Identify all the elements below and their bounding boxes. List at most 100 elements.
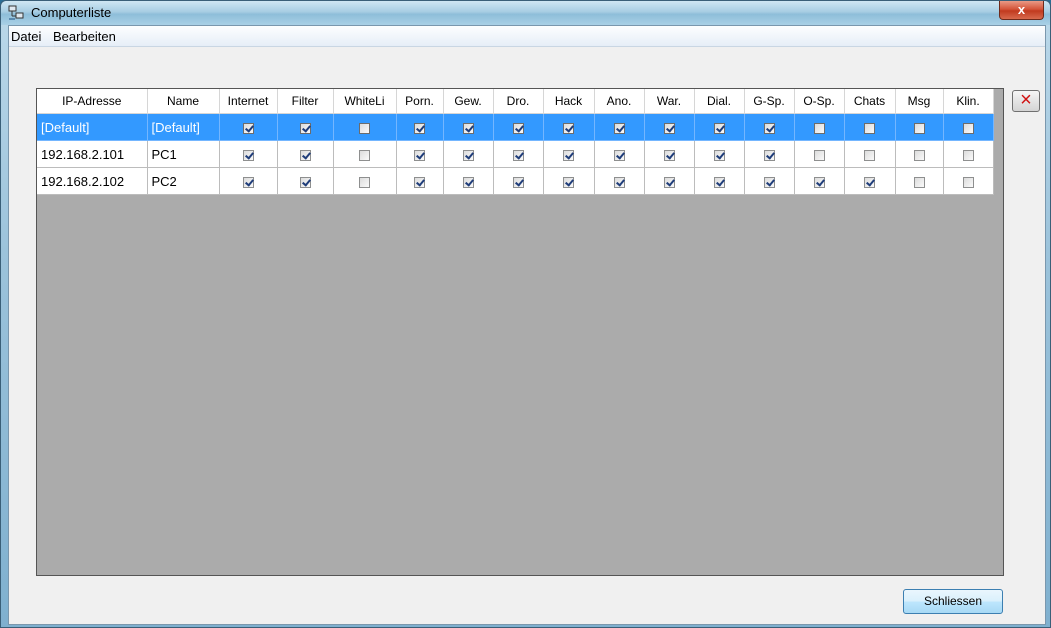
title-bar[interactable]: Computerliste x xyxy=(1,1,1050,25)
cell-flag xyxy=(443,167,494,195)
checkbox-checked[interactable] xyxy=(462,149,474,161)
checkbox-checked[interactable] xyxy=(414,122,425,134)
table-row[interactable]: 192.168.2.101 PC1 xyxy=(37,140,994,168)
checkbox-unchecked[interactable] xyxy=(913,149,925,161)
checkbox-checked[interactable] xyxy=(299,176,311,188)
cell-ip-address[interactable]: 192.168.2.101 xyxy=(37,140,148,168)
checkbox-unchecked[interactable] xyxy=(913,176,925,188)
checkbox-checked[interactable] xyxy=(242,176,254,188)
cell-flag xyxy=(594,140,645,168)
column-header-g-sp[interactable]: G-Sp. xyxy=(744,89,795,114)
checkbox-unchecked[interactable] xyxy=(359,122,370,134)
checkbox-checked[interactable] xyxy=(299,122,311,134)
checkbox-checked[interactable] xyxy=(462,122,474,134)
cell-flag xyxy=(543,167,595,195)
column-header-klin[interactable]: Klin. xyxy=(943,89,994,114)
checkbox-checked[interactable] xyxy=(763,149,775,161)
menu-datei[interactable]: Datei xyxy=(11,29,41,44)
checkbox-checked[interactable] xyxy=(414,176,425,188)
checkbox-checked[interactable] xyxy=(242,122,254,134)
checkbox-unchecked[interactable] xyxy=(864,122,875,134)
column-header-porn[interactable]: Porn. xyxy=(396,89,444,114)
checkbox-unchecked[interactable] xyxy=(962,176,974,188)
cell-flag xyxy=(219,140,278,168)
menu-bearbeiten[interactable]: Bearbeiten xyxy=(53,29,116,44)
checkbox-checked[interactable] xyxy=(462,176,474,188)
cell-ip-address[interactable]: 192.168.2.102 xyxy=(37,167,148,195)
checkbox-checked[interactable] xyxy=(512,176,524,188)
checkbox-checked[interactable] xyxy=(663,149,675,161)
checkbox-unchecked[interactable] xyxy=(359,176,370,188)
checkbox-unchecked[interactable] xyxy=(962,149,974,161)
checkbox-checked[interactable] xyxy=(613,176,625,188)
checkbox-checked[interactable] xyxy=(414,149,425,161)
checkbox-checked[interactable] xyxy=(512,122,524,134)
column-header-filter[interactable]: Filter xyxy=(277,89,334,114)
delete-button[interactable]: × xyxy=(1012,90,1040,112)
checkbox-unchecked[interactable] xyxy=(813,122,825,134)
checkbox-checked[interactable] xyxy=(713,122,725,134)
cell-name[interactable]: PC2 xyxy=(147,167,220,195)
checkbox-unchecked[interactable] xyxy=(813,149,825,161)
checkbox-checked[interactable] xyxy=(563,149,574,161)
checkbox-checked[interactable] xyxy=(613,149,625,161)
column-header-internet[interactable]: Internet xyxy=(219,89,278,114)
cell-flag xyxy=(943,167,994,195)
cell-flag xyxy=(219,167,278,195)
cell-flag xyxy=(794,113,845,141)
table-row[interactable]: [Default] [Default] xyxy=(37,113,994,141)
cell-flag xyxy=(493,140,544,168)
checkbox-checked[interactable] xyxy=(763,176,775,188)
checkbox-checked[interactable] xyxy=(663,176,675,188)
checkbox-checked[interactable] xyxy=(563,176,574,188)
cell-name[interactable]: [Default] xyxy=(147,113,220,141)
checkbox-checked[interactable] xyxy=(663,122,675,134)
cell-flag xyxy=(443,140,494,168)
window-title: Computerliste xyxy=(31,5,112,20)
column-header-name[interactable]: Name xyxy=(147,89,220,114)
cell-flag xyxy=(277,167,334,195)
checkbox-checked[interactable] xyxy=(864,176,875,188)
checkbox-checked[interactable] xyxy=(242,149,254,161)
cell-flag xyxy=(333,113,397,141)
cell-name[interactable]: PC1 xyxy=(147,140,220,168)
checkbox-checked[interactable] xyxy=(563,122,574,134)
checkbox-checked[interactable] xyxy=(613,122,625,134)
delete-x-icon: × xyxy=(1020,89,1032,111)
header-row: IP-Adresse Name Internet Filter WhiteLi … xyxy=(37,89,994,114)
checkbox-unchecked[interactable] xyxy=(359,149,370,161)
column-header-hack[interactable]: Hack xyxy=(543,89,595,114)
column-header-dial[interactable]: Dial. xyxy=(694,89,745,114)
column-header-gew[interactable]: Gew. xyxy=(443,89,494,114)
checkbox-unchecked[interactable] xyxy=(913,122,925,134)
column-header-ano[interactable]: Ano. xyxy=(594,89,645,114)
checkbox-unchecked[interactable] xyxy=(962,122,974,134)
table-row[interactable]: 192.168.2.102 PC2 xyxy=(37,167,994,195)
cell-flag xyxy=(396,140,444,168)
cell-flag xyxy=(895,113,944,141)
checkbox-unchecked[interactable] xyxy=(864,149,875,161)
checkbox-checked[interactable] xyxy=(813,176,825,188)
column-header-war[interactable]: War. xyxy=(644,89,695,114)
cell-flag xyxy=(744,113,795,141)
window-close-button[interactable]: x xyxy=(999,1,1044,20)
cell-flag xyxy=(844,140,896,168)
cell-flag xyxy=(794,140,845,168)
cell-flag xyxy=(844,167,896,195)
column-header-msg[interactable]: Msg xyxy=(895,89,944,114)
column-header-o-sp[interactable]: O-Sp. xyxy=(794,89,845,114)
cell-ip-address[interactable]: [Default] xyxy=(37,113,148,141)
client-area: Datei Bearbeiten IP-Adresse Name Interne… xyxy=(8,25,1046,625)
column-header-whitelist[interactable]: WhiteLi xyxy=(333,89,397,114)
column-header-chats[interactable]: Chats xyxy=(844,89,896,114)
checkbox-checked[interactable] xyxy=(713,149,725,161)
schliessen-button[interactable]: Schliessen xyxy=(903,589,1003,614)
checkbox-checked[interactable] xyxy=(299,149,311,161)
cell-flag xyxy=(493,167,544,195)
column-header-dro[interactable]: Dro. xyxy=(493,89,544,114)
column-header-ip[interactable]: IP-Adresse xyxy=(37,89,148,114)
cell-flag xyxy=(594,113,645,141)
checkbox-checked[interactable] xyxy=(512,149,524,161)
checkbox-checked[interactable] xyxy=(763,122,775,134)
checkbox-checked[interactable] xyxy=(713,176,725,188)
